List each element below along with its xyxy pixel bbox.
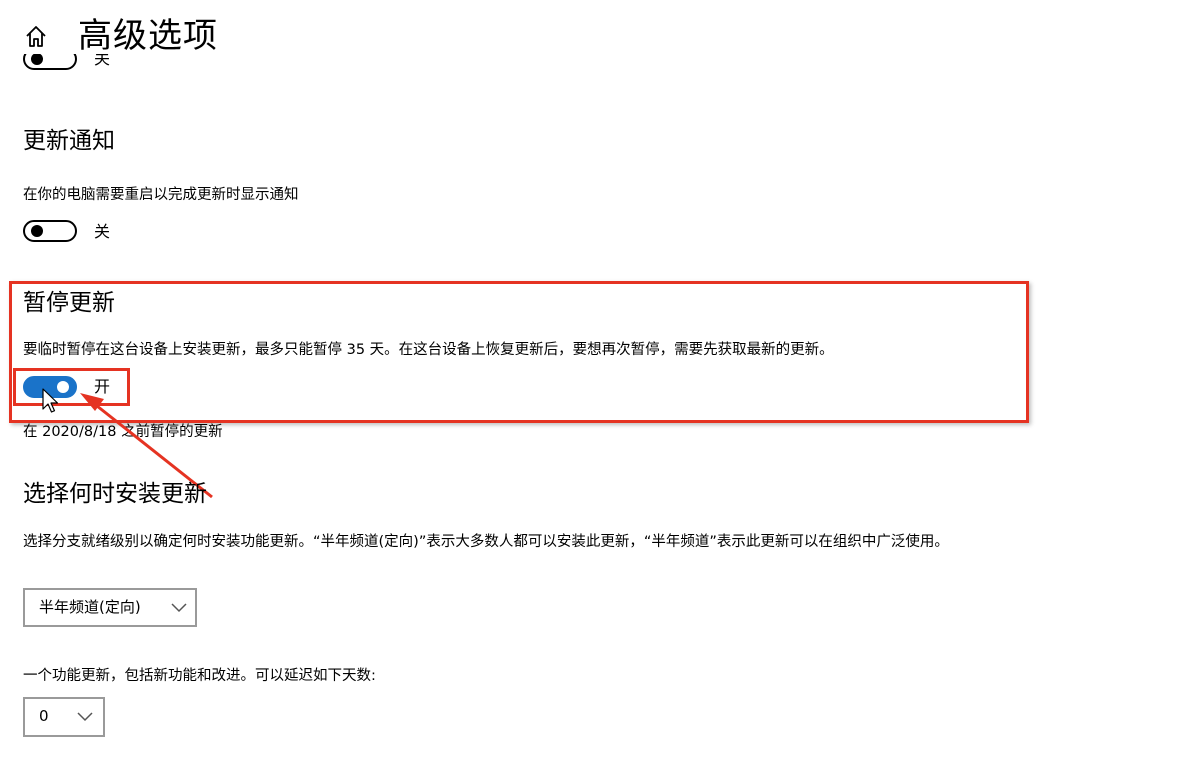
update-notification-toggle[interactable]	[23, 220, 77, 242]
paused-until-text: 在 2020/8/18 之前暂停的更新	[23, 424, 223, 440]
deferral-description: 一个功能更新，包括新功能和改进。可以延迟如下天数:	[23, 668, 376, 684]
pause-updates-state: 开	[94, 377, 111, 396]
chevron-down-icon	[77, 712, 93, 722]
previous-setting-row: 关	[0, 54, 200, 78]
toggle-knob	[31, 225, 43, 237]
branch-readiness-select[interactable]: 半年频道(定向)	[23, 588, 197, 627]
update-notification-title: 更新通知	[23, 128, 115, 154]
deferral-days-value: 0	[39, 707, 49, 725]
home-icon[interactable]	[22, 22, 50, 50]
deferral-days-select[interactable]: 0	[23, 697, 105, 737]
pause-updates-title: 暂停更新	[23, 290, 115, 316]
choose-install-title: 选择何时安装更新	[23, 481, 207, 507]
pause-updates-description: 要临时暂停在这台设备上安装更新，最多只能暂停 35 天。在这台设备上恢复更新后，…	[23, 342, 834, 358]
update-notification-state: 关	[94, 222, 111, 241]
page-title: 高级选项	[78, 16, 218, 56]
branch-readiness-value: 半年频道(定向)	[39, 598, 141, 616]
choose-install-description: 选择分支就绪级别以确定何时安装功能更新。“半年频道(定向)”表示大多数人都可以安…	[23, 534, 949, 550]
toggle-knob	[31, 54, 43, 65]
update-notification-description: 在你的电脑需要重启以完成更新时显示通知	[23, 187, 299, 203]
previous-setting-state: 关	[94, 54, 111, 68]
chevron-down-icon	[171, 603, 187, 613]
previous-setting-toggle[interactable]	[23, 54, 77, 70]
mouse-cursor-icon	[42, 388, 59, 413]
